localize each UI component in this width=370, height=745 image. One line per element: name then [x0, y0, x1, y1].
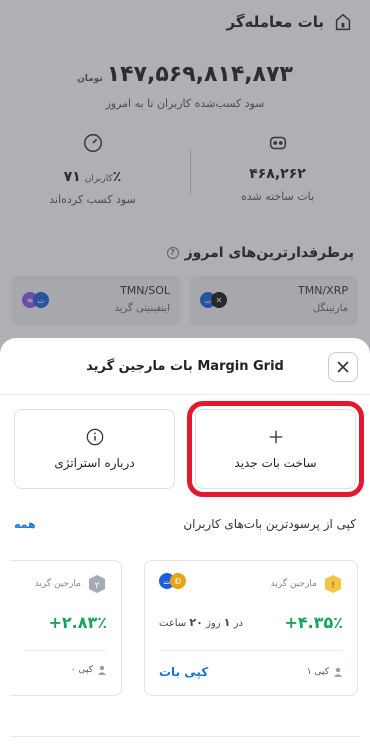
create-bot-label: ساخت بات جدید [234, 456, 317, 470]
copy-section-title: کپی از پرسودترین بات‌های کاربران [183, 517, 356, 531]
see-all-link[interactable]: همه [14, 518, 36, 531]
copy-section-header: همه کپی از پرسودترین بات‌های کاربران [0, 517, 370, 531]
divider [159, 650, 343, 651]
rank-badge-text: ۲ [95, 581, 100, 591]
bot-card[interactable]: مارجین گرید ۲ +۲.۸۳٪ ۰ کپی [10, 560, 122, 696]
rank-badge-icon: ! [323, 573, 343, 595]
doge-coin-icon: Ð [170, 573, 186, 589]
bot-card[interactable]: ت Ð مارجین گرید ! در ۱ روز ۲۰ ساعت +۴.۳۵… [144, 560, 358, 696]
about-strategy-button[interactable]: درباره استراتژی [14, 409, 175, 489]
info-icon [86, 428, 103, 446]
close-icon [337, 361, 349, 373]
bottom-sheet: بات مارجین گرید Margin Grid درباره استرا… [0, 338, 370, 745]
coin-icons: ت Ð [159, 573, 186, 589]
create-bot-button[interactable]: ساخت بات جدید [187, 401, 364, 497]
bot-type: مارجین گرید [270, 579, 317, 589]
close-button[interactable] [328, 352, 358, 382]
about-strategy-label: درباره استراتژی [54, 456, 135, 470]
sheet-header: بات مارجین گرید Margin Grid [0, 338, 370, 394]
bot-cards-carousel[interactable]: ت Ð مارجین گرید ! در ۱ روز ۲۰ ساعت +۴.۳۵… [0, 560, 370, 696]
user-icon [334, 667, 342, 677]
bot-type: مارجین گرید [34, 579, 81, 589]
user-icon [98, 665, 106, 675]
divider [0, 394, 370, 395]
rank-badge-text: ! [331, 581, 335, 591]
divider [24, 650, 107, 651]
bot-profit: +۴.۳۵٪ [284, 613, 343, 632]
plus-icon [269, 430, 282, 444]
bot-duration: در ۱ روز ۲۰ ساعت [159, 616, 243, 629]
copy-count: ۱ کپی [307, 667, 343, 677]
divider [10, 736, 360, 737]
copy-bot-button[interactable]: کپی بات [159, 665, 208, 679]
sheet-actions: درباره استراتژی ساخت بات جدید [0, 401, 370, 497]
sheet-title: بات مارجین گرید Margin Grid [86, 358, 284, 374]
bot-profit: +۲.۸۳٪ [48, 613, 107, 632]
rank-badge-icon: ۲ [87, 573, 107, 595]
copy-count: ۰ کپی [71, 665, 107, 675]
